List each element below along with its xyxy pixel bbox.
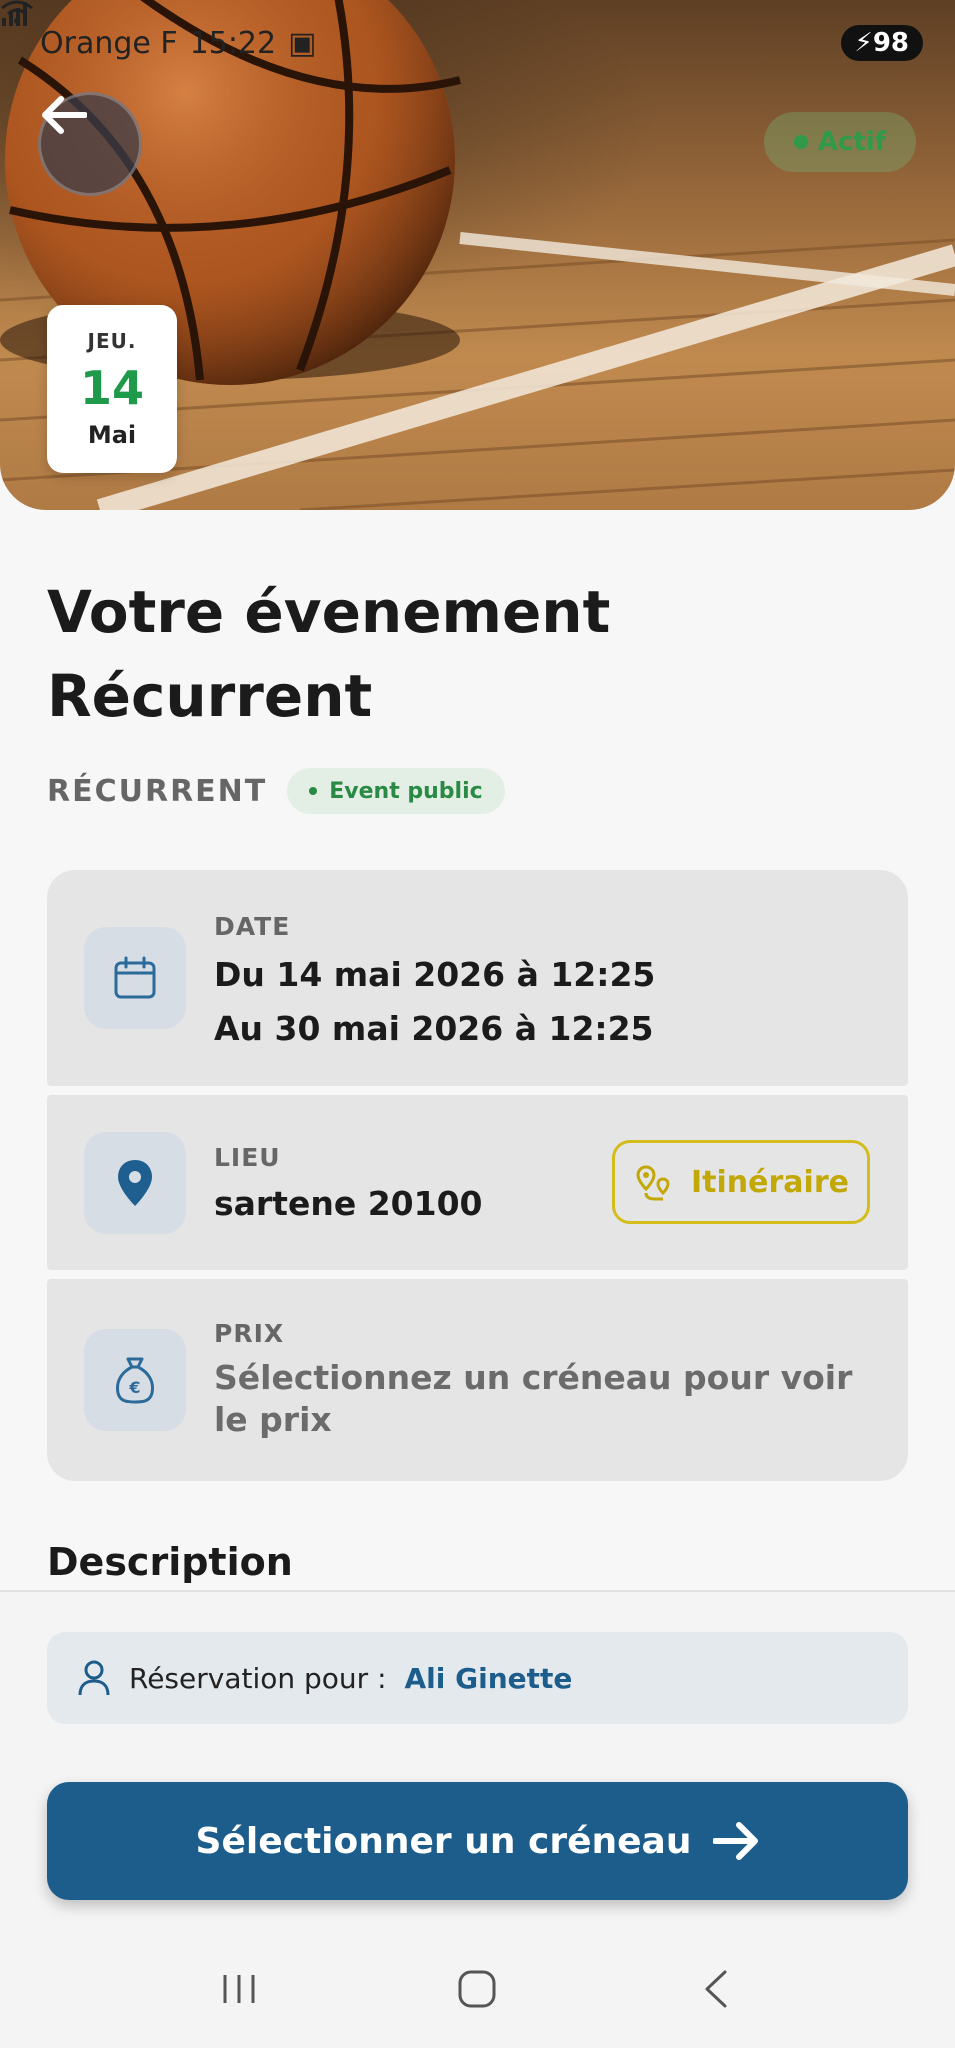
location-card: LIEU sartene 20100 Itinéraire xyxy=(47,1095,908,1270)
event-status-badge: Actif xyxy=(764,112,916,172)
calendar-icon-box xyxy=(84,927,186,1029)
arrow-right-icon xyxy=(713,1822,759,1860)
date-card: DATE Du 14 mai 2026 à 12:25 Au 30 mai 20… xyxy=(47,870,908,1086)
back-button[interactable] xyxy=(38,92,142,196)
price-value: Sélectionnez un créneau pour voir le pri… xyxy=(214,1358,853,1439)
itinerary-label: Itinéraire xyxy=(691,1164,849,1200)
date-label: DATE xyxy=(214,912,291,941)
chevron-left-icon xyxy=(705,1970,727,2008)
event-title-line1: Votre évenement xyxy=(47,578,611,646)
date-value: Du 14 mai 2026 à 12:25 Au 30 mai 2026 à … xyxy=(214,948,655,1056)
status-dot-icon xyxy=(793,135,808,149)
date-badge-month: Mai xyxy=(87,421,137,449)
carrier-label: Orange F xyxy=(40,25,178,61)
home-button[interactable] xyxy=(437,1949,517,2029)
system-back-button[interactable] xyxy=(676,1949,756,2029)
reservation-name: Ali Ginette xyxy=(404,1661,573,1695)
price-card: € PRIX Sélectionnez un créneau pour voir… xyxy=(47,1279,908,1481)
location-label: LIEU xyxy=(214,1143,281,1172)
price-label: PRIX xyxy=(214,1319,285,1348)
home-icon xyxy=(458,1970,496,2008)
calendar-icon xyxy=(114,956,156,999)
map-pin-icon xyxy=(118,1160,152,1206)
select-slot-label: Sélectionner un créneau xyxy=(195,1820,692,1862)
notification-icon: ▣ xyxy=(288,25,317,61)
date-badge: JEU. 14 Mai xyxy=(47,305,177,473)
money-bag-euro-icon: € xyxy=(116,1357,154,1404)
event-meta-row: RÉCURRENT Event public xyxy=(47,766,505,816)
recent-apps-icon xyxy=(223,1975,255,2003)
visibility-chip: Event public xyxy=(287,768,505,814)
user-icon xyxy=(78,1660,110,1696)
hero-image: Orange F 15:22 ▣ ⚡98 Actif JEU. 14 Mai xyxy=(0,0,955,510)
visibility-label: Event public xyxy=(329,778,483,804)
arrow-left-icon xyxy=(42,96,87,134)
route-icon xyxy=(636,1165,670,1201)
battery-level: 98 xyxy=(872,28,909,58)
reservation-for[interactable]: Réservation pour : Ali Ginette xyxy=(47,1632,908,1724)
date-badge-weekday: JEU. xyxy=(87,329,137,353)
price-icon-box: € xyxy=(84,1329,186,1431)
status-bar: Orange F 15:22 ▣ ⚡98 xyxy=(0,0,955,86)
event-title-line2: Récurrent xyxy=(47,662,373,730)
event-status-label: Actif xyxy=(817,127,887,157)
event-type-label: RÉCURRENT xyxy=(47,773,268,809)
description-heading: Description xyxy=(47,1540,293,1584)
recent-apps-button[interactable] xyxy=(199,1949,279,2029)
location-value: sartene 20100 xyxy=(214,1184,483,1223)
event-detail-screen: Orange F 15:22 ▣ ⚡98 Actif JEU. 14 Mai V… xyxy=(0,0,955,2048)
select-slot-button[interactable]: Sélectionner un créneau xyxy=(47,1782,908,1900)
date-end: Au 30 mai 2026 à 12:25 xyxy=(214,1009,654,1048)
event-title: Votre évenement Récurrent xyxy=(47,570,907,738)
itinerary-button[interactable]: Itinéraire xyxy=(612,1140,870,1224)
clock: 15:22 xyxy=(189,25,277,61)
date-badge-day: 14 xyxy=(79,361,144,415)
visibility-dot-icon xyxy=(309,787,318,795)
date-start: Du 14 mai 2026 à 12:25 xyxy=(214,955,656,994)
battery-indicator: ⚡98 xyxy=(840,25,923,61)
reservation-prefix: Réservation pour : xyxy=(129,1661,387,1695)
svg-text:€: € xyxy=(128,1378,140,1397)
location-icon-box xyxy=(84,1132,186,1234)
system-navigation-bar xyxy=(0,1930,955,2048)
